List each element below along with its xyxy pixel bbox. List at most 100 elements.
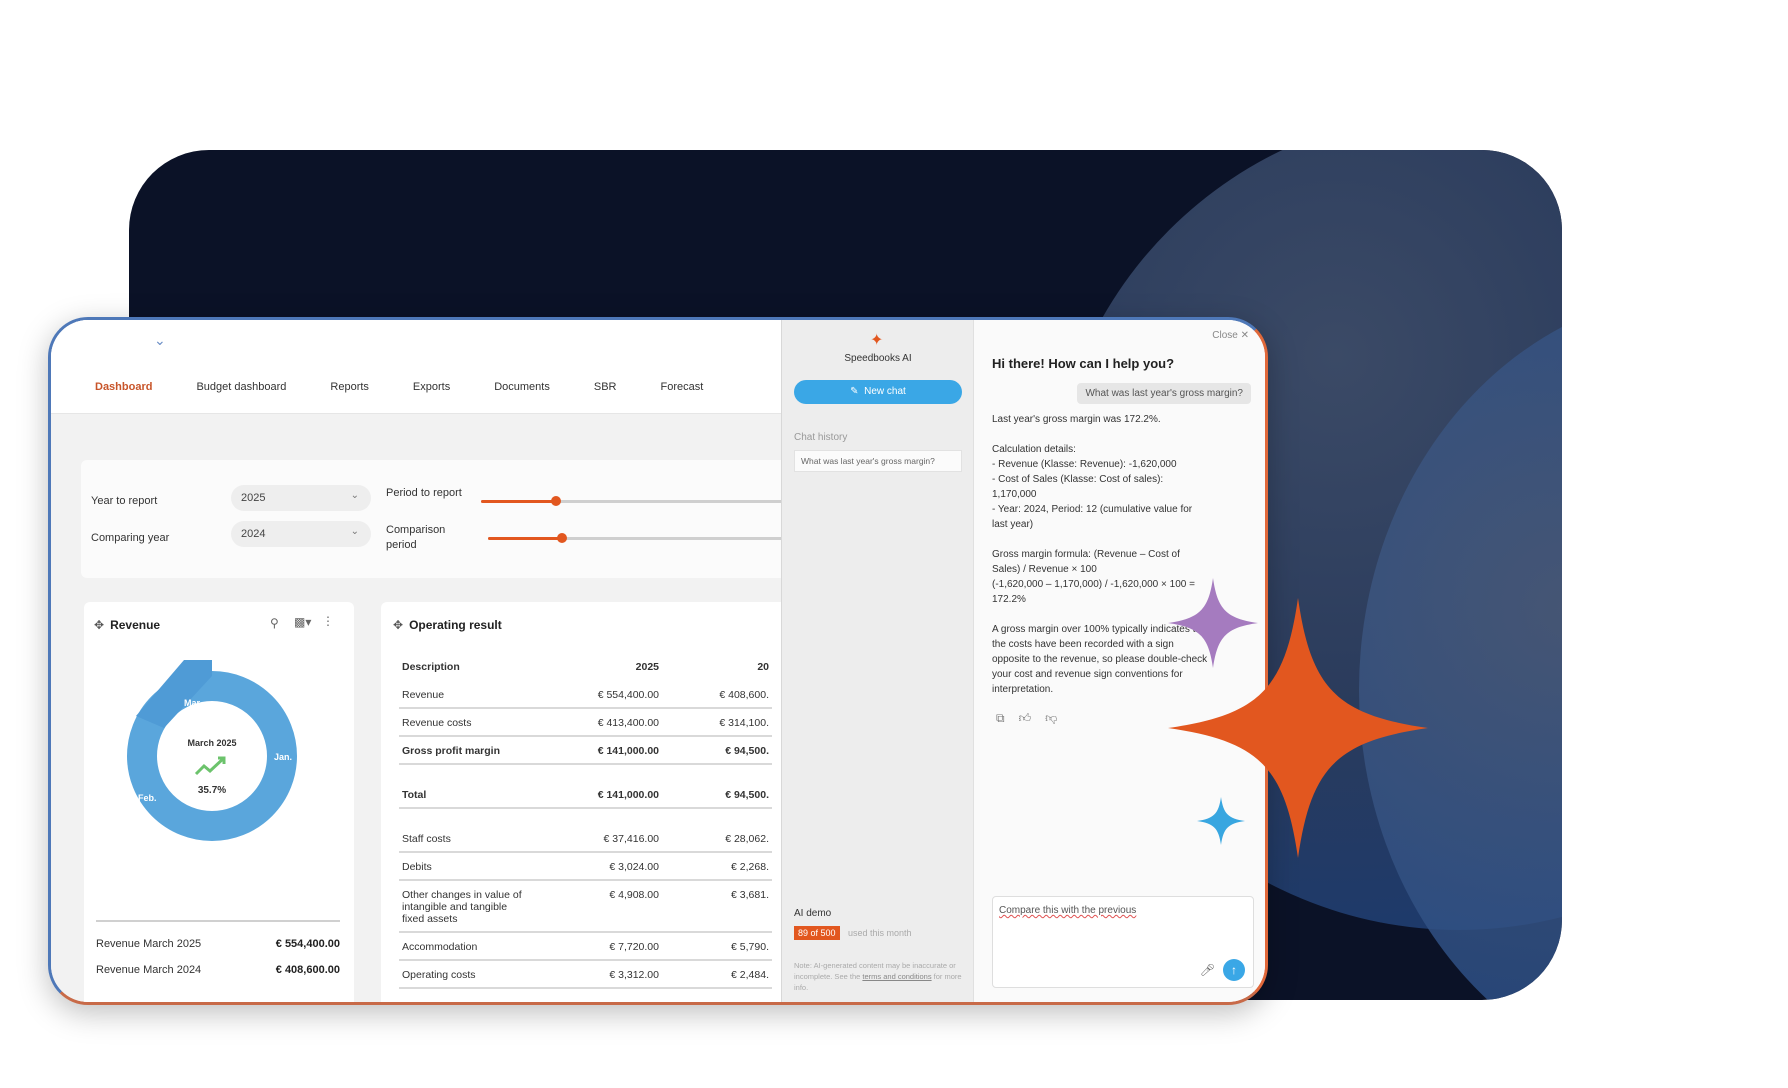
- cell-2025: € 37,416.00: [534, 808, 662, 853]
- col-2025: 2025: [635, 661, 659, 673]
- revenue-row: Revenue March 2024 € 408,600.00: [96, 964, 340, 976]
- cell-description: Revenue costs: [399, 708, 534, 737]
- revenue-row: Revenue March 2025 € 554,400.00: [96, 938, 340, 950]
- cell-description: Revenue: [399, 681, 534, 709]
- donut-center-value: 35.7%: [198, 785, 226, 796]
- main-nav: Dashboard Budget dashboard Reports Expor…: [51, 360, 781, 414]
- bar-chart-icon[interactable]: ▩▾: [294, 615, 311, 629]
- year-value: 2025: [241, 492, 266, 504]
- operating-table-body: Revenue € 554,400.00 € 408,600. Revenue cos…: [399, 681, 772, 989]
- close-button[interactable]: Close ✕: [1212, 330, 1249, 341]
- cell-2025: € 141,000.00: [534, 736, 662, 765]
- dashboard-panel: ⌄ Dashboard Budget dashboard Reports Exp…: [51, 320, 801, 1002]
- copy-icon[interactable]: ⧉: [996, 711, 1005, 726]
- cell-description: Total: [399, 764, 534, 809]
- table-row: Total € 141,000.00 € 94,500.: [399, 764, 772, 809]
- tab-sbr[interactable]: SBR: [594, 381, 617, 393]
- chat-history-label: Chat history: [794, 432, 848, 443]
- cell-2024: € 2,268.: [662, 852, 772, 881]
- revenue-title: ✥ Revenue: [94, 618, 161, 632]
- zoom-icon[interactable]: ⚲: [270, 616, 279, 630]
- thumbs-up-icon[interactable]: 👍︎: [1019, 711, 1032, 726]
- chat-input-text[interactable]: Compare this with the previous: [999, 905, 1136, 916]
- revenue-card: ✥ Revenue ⚲ ▩▾ ⋮ Mar. Jan. Feb. March 202…: [84, 602, 354, 1002]
- period-slider-handle[interactable]: [551, 496, 561, 506]
- tab-dashboard[interactable]: Dashboard: [95, 381, 152, 393]
- ai-title: Speedbooks AI: [844, 353, 912, 364]
- top-bar: ⌄: [51, 320, 781, 360]
- cell-2024: € 5,790.: [662, 932, 772, 961]
- send-button[interactable]: ↑: [1223, 959, 1245, 981]
- operating-title: ✥ Operating result: [393, 618, 502, 632]
- segment-label-mar: Mar.: [184, 698, 202, 708]
- cell-2024: € 94,500.: [662, 764, 772, 809]
- table-row: Staff costs € 37,416.00 € 28,062.: [399, 808, 772, 853]
- segment-label-feb: Feb.: [138, 793, 157, 803]
- cell-2025: € 7,720.00: [534, 932, 662, 961]
- donut-center-title: March 2025: [187, 738, 236, 748]
- chevron-down-icon[interactable]: ⌄: [154, 332, 166, 349]
- table-row: Gross profit margin € 141,000.00 € 94,500.: [399, 736, 772, 765]
- thumbs-down-icon[interactable]: 👎︎: [1045, 711, 1057, 726]
- revenue-donut: Mar. Jan. Feb. March 2025 35.7%: [127, 660, 297, 841]
- tab-budget-dashboard[interactable]: Budget dashboard: [196, 381, 286, 393]
- usage-badge: 89 of 500: [794, 926, 840, 940]
- year-select[interactable]: 2025 ⌄: [231, 485, 371, 511]
- tab-exports[interactable]: Exports: [413, 381, 450, 393]
- comparison-period-label: Comparison period: [386, 524, 446, 551]
- comparing-label: Comparing year: [91, 532, 170, 544]
- table-row: Debits € 3,024.00 € 2,268.: [399, 852, 772, 881]
- new-chat-button[interactable]: ✎ New chat: [794, 380, 962, 404]
- ai-demo-label: AI demo: [794, 908, 832, 919]
- app-window: ⌄ Dashboard Budget dashboard Reports Exp…: [48, 317, 1268, 1005]
- sparkle-icon-blue: [1197, 797, 1245, 845]
- year-label: Year to report: [91, 495, 158, 507]
- mic-icon[interactable]: 🎤︎: [1200, 963, 1215, 977]
- cell-2024: € 2,484.: [662, 960, 772, 989]
- edit-icon: ✎: [850, 386, 859, 397]
- more-icon[interactable]: ⋮: [322, 614, 334, 628]
- drag-icon[interactable]: ✥: [94, 618, 104, 632]
- cell-2025: € 141,000.00: [534, 764, 662, 809]
- col-2024: 20: [757, 661, 769, 673]
- chat-history-item[interactable]: What was last year's gross margin?: [794, 450, 962, 472]
- stage: ⌄ Dashboard Budget dashboard Reports Exp…: [0, 0, 1788, 1088]
- cell-description: Debits: [399, 852, 534, 881]
- cell-2025: € 413,400.00: [534, 708, 662, 737]
- chat-greeting: Hi there! How can I help you?: [992, 356, 1175, 371]
- table-row: Operating costs € 3,312.00 € 2,484.: [399, 960, 772, 989]
- table-header: Description 2025 20: [399, 657, 772, 681]
- cell-2025: € 3,024.00: [534, 852, 662, 881]
- segment-label-jan: Jan.: [274, 752, 292, 762]
- filters-panel: Year to report 2025 ⌄ Comparing year 202…: [81, 460, 801, 578]
- tab-forecast[interactable]: Forecast: [660, 381, 703, 393]
- sparkle-icon: ✦: [870, 332, 884, 349]
- col-description: Description: [402, 661, 460, 673]
- chat-input[interactable]: Compare this with the previous 🎤︎ ↑: [992, 896, 1254, 988]
- disclaimer-note: Note: AI-generated content may be inaccu…: [794, 961, 962, 992]
- cell-2025: € 4,908.00: [534, 880, 662, 933]
- cell-2024: € 314,100.: [662, 708, 772, 737]
- cell-description: Staff costs: [399, 808, 534, 853]
- usage-text: used this month: [848, 928, 912, 938]
- ai-sidebar: ✦ Speedbooks AI ✎ New chat Chat history …: [781, 320, 973, 1002]
- table-row: Accommodation € 7,720.00 € 5,790.: [399, 932, 772, 961]
- cell-description: Accommodation: [399, 932, 534, 961]
- cell-description: Other changes in value of intangible and…: [399, 880, 534, 933]
- chevron-down-icon: ⌄: [350, 526, 359, 537]
- answer-paragraph: Last year's gross margin was 172.2%.: [992, 414, 1161, 425]
- tab-documents[interactable]: Documents: [494, 381, 550, 393]
- operating-table: Description 2025 20 Revenue € 554,400.00 €…: [399, 657, 772, 989]
- comparison-period-slider[interactable]: [488, 533, 801, 543]
- divider: [96, 920, 340, 922]
- table-row: Other changes in value of intangible and…: [399, 880, 772, 933]
- period-slider[interactable]: [481, 496, 801, 506]
- answer-paragraph: Calculation details: - Revenue (Klasse: …: [992, 444, 1193, 530]
- comparing-select[interactable]: 2024 ⌄: [231, 521, 371, 547]
- user-message: What was last year's gross margin?: [1077, 383, 1251, 404]
- drag-icon[interactable]: ✥: [393, 618, 403, 632]
- cell-2025: € 3,312.00: [534, 960, 662, 989]
- comparison-slider-handle[interactable]: [557, 533, 567, 543]
- tab-reports[interactable]: Reports: [330, 381, 369, 393]
- terms-link[interactable]: terms and conditions: [862, 972, 931, 981]
